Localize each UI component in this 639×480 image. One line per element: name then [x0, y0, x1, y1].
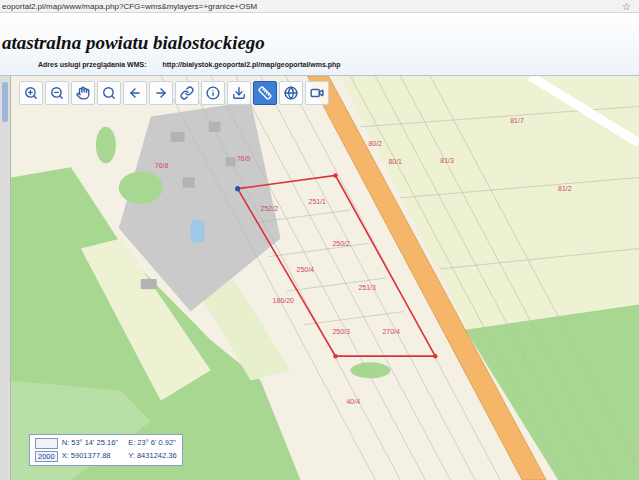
- parcel-label: 81/7: [510, 117, 524, 124]
- portal-header: atastralna powiatu bialostockiegoAdres u…: [0, 13, 639, 76]
- tool-button[interactable]: [227, 81, 251, 105]
- parcel-label: 250/3: [332, 328, 350, 335]
- parcel-label: 251/3: [358, 284, 376, 291]
- globe-icon: [284, 86, 298, 100]
- arrow-left-icon: [128, 86, 142, 100]
- parcel-label: 81/2: [558, 185, 572, 192]
- link-icon: [180, 86, 194, 100]
- scale-field[interactable]: 2000: [35, 451, 58, 462]
- browser-page: eoportal2.pl/map/www/mapa.php?CFG=wms&my…: [0, 0, 639, 480]
- parcel-label: 250/4: [297, 266, 315, 273]
- built-area: [119, 101, 281, 311]
- tool-button[interactable]: [305, 81, 329, 105]
- tool-button[interactable]: [175, 81, 199, 105]
- video-icon: [310, 86, 324, 100]
- parcel-label: 81/3: [440, 157, 454, 164]
- zoom-out-icon: [50, 86, 64, 100]
- latitude: N: 53° 14' 25.16'': [62, 438, 119, 449]
- url-bar[interactable]: eoportal2.pl/map/www/mapa.php?CFG=wms&my…: [0, 0, 639, 13]
- main-road: [308, 76, 547, 480]
- coordinates-box: 2000 N: 53° 14' 25.16'' E: 23° 6' 0.92'' X:…: [29, 434, 183, 466]
- parcel-label: 186/20: [273, 297, 294, 304]
- map-toolbar: [19, 81, 329, 105]
- selected-area[interactable]: [238, 175, 436, 356]
- coordinates-grid: N: 53° 14' 25.16'' E: 23° 6' 0.92'' X: 590…: [62, 438, 177, 462]
- parcel-label: 252/2: [261, 205, 279, 212]
- tool-button[interactable]: [45, 81, 69, 105]
- longitude: E: 23° 6' 0.92'': [128, 438, 176, 449]
- scale-column: 2000: [35, 438, 58, 462]
- parcel-label: 40/4: [346, 398, 360, 405]
- portal-title: atastralna powiatu bialostockiego: [2, 31, 639, 55]
- tool-button[interactable]: [279, 81, 303, 105]
- info-icon: [206, 86, 220, 100]
- address-url[interactable]: http://bialystok.geoportal2.pl/map/geopo…: [163, 61, 341, 68]
- parcel-label: 76/9: [237, 155, 251, 162]
- zoom-in-icon: [24, 86, 38, 100]
- download-icon: [232, 86, 246, 100]
- bookmark-star-icon[interactable]: ☆: [622, 1, 631, 12]
- map-canvas[interactable]: 251/1 252/2 250/2 250/4 251/3 186/20 250/3 270/…: [11, 76, 639, 480]
- parcel-label: 270/4: [382, 328, 400, 335]
- arrow-right-icon: [154, 86, 168, 100]
- tool-button[interactable]: [19, 81, 43, 105]
- cadastral-map[interactable]: 251/1 252/2 250/2 250/4 251/3 186/20 250/3 270/…: [11, 76, 639, 480]
- wms-address: Adres usługi przeglądania WMS: http://bia…: [2, 55, 639, 68]
- parcel-label: 80/2: [368, 140, 382, 147]
- address-label: Adres usługi przeglądania WMS:: [38, 61, 147, 68]
- tool-button[interactable]: [149, 81, 173, 105]
- parcel-label: 250/2: [332, 239, 350, 246]
- scroll-thumb[interactable]: [2, 82, 8, 122]
- parcel-label: 80/1: [388, 158, 402, 165]
- map-panel: 251/1 252/2 250/2 250/4 251/3 186/20 250/3 270/…: [0, 76, 639, 480]
- y-coordinate: Y: 8431242.36: [128, 451, 176, 462]
- vertex-marker[interactable]: [235, 186, 240, 191]
- side-scrollbar[interactable]: [0, 76, 11, 480]
- search-icon: [102, 86, 116, 100]
- tool-button[interactable]: [201, 81, 225, 105]
- scale-unit-field[interactable]: [35, 438, 58, 449]
- tool-button[interactable]: [71, 81, 95, 105]
- x-coordinate: X: 5901377.88: [62, 451, 119, 462]
- parcel-label: 251/1: [309, 198, 327, 205]
- hand-icon: [76, 86, 90, 100]
- tool-button[interactable]: [253, 81, 277, 105]
- pond: [191, 220, 205, 242]
- tool-button[interactable]: [123, 81, 147, 105]
- tool-button[interactable]: [97, 81, 121, 105]
- ruler-icon: [258, 86, 272, 100]
- url-text[interactable]: eoportal2.pl/map/www/mapa.php?CFG=wms&my…: [2, 2, 257, 11]
- side-road: [530, 76, 639, 143]
- parcel-label: 76/8: [155, 162, 169, 169]
